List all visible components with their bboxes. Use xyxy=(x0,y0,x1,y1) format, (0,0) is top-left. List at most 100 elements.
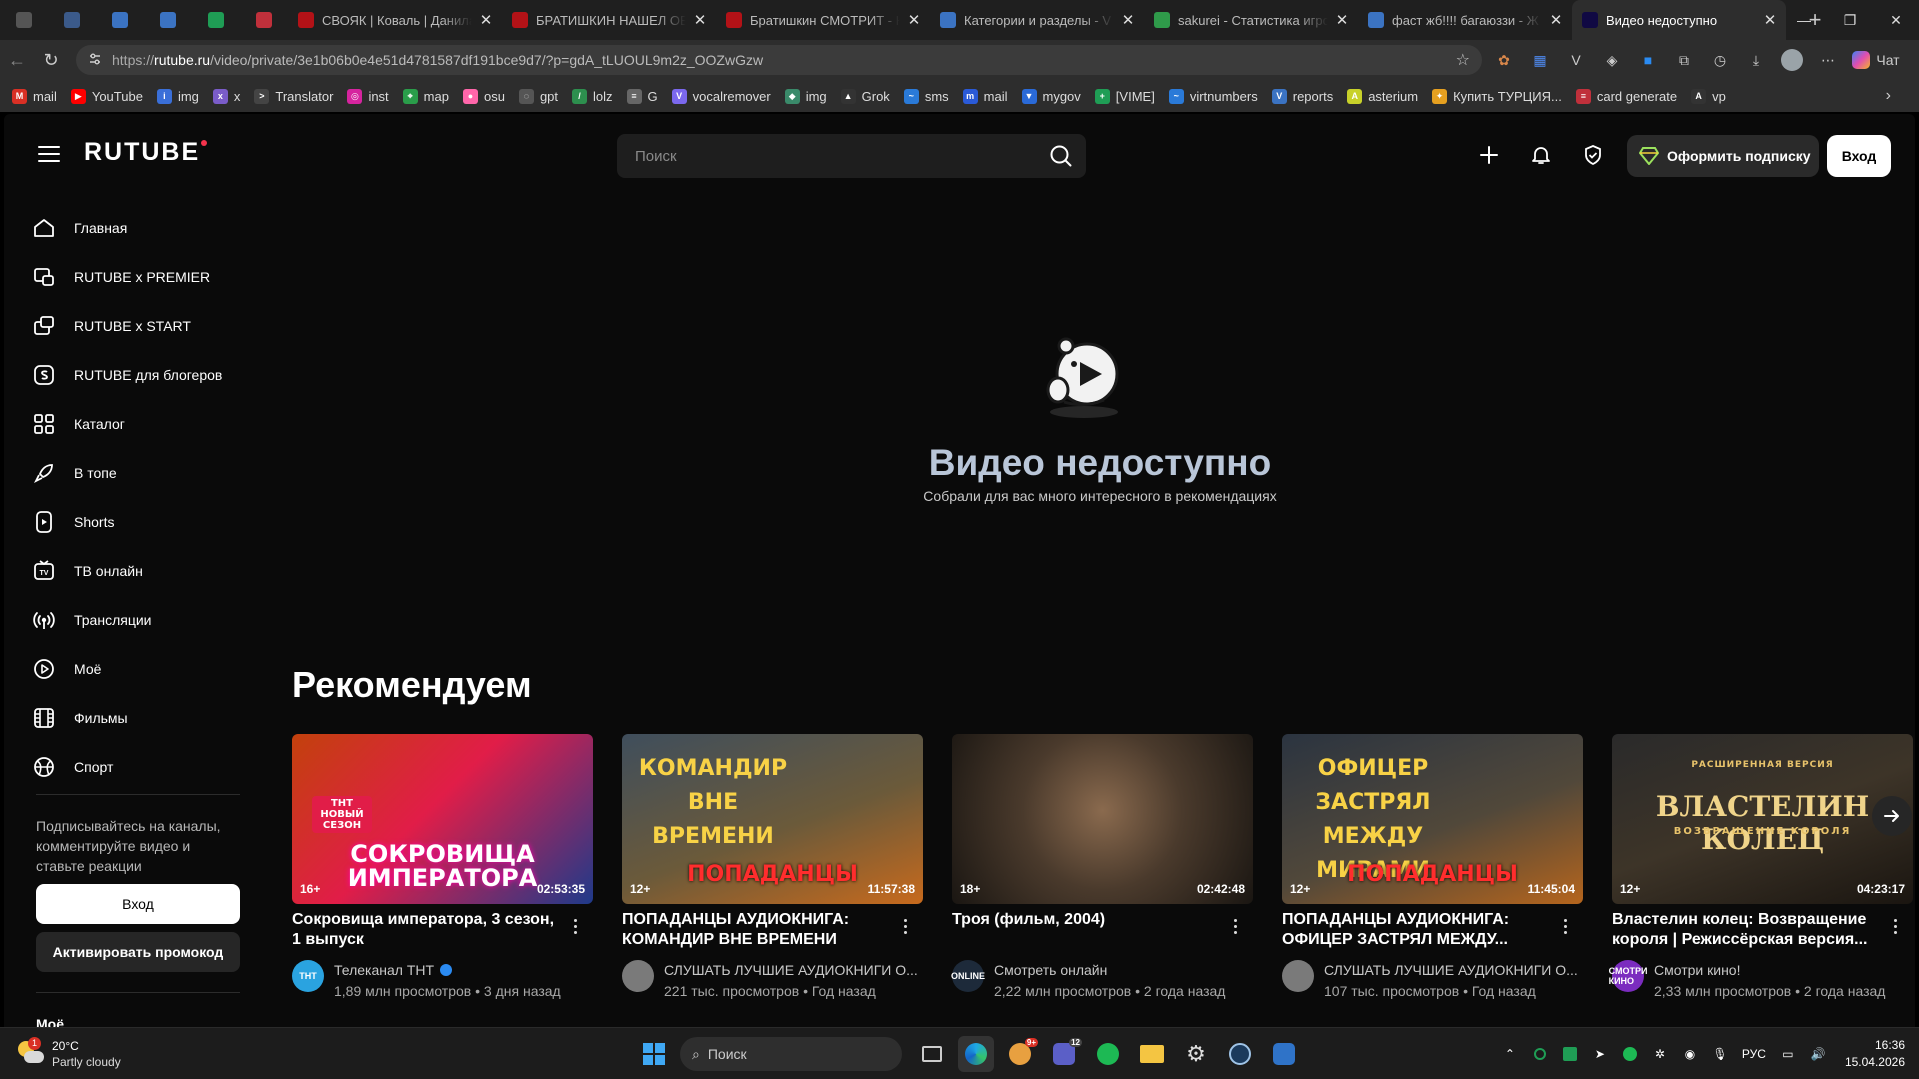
sidebar-login-button[interactable]: Вход xyxy=(36,884,240,924)
bookmark[interactable]: ▶ YouTube xyxy=(70,88,143,104)
extension-translate-icon[interactable]: ▦ xyxy=(1522,40,1558,80)
tray-volume-icon[interactable]: 🔊 xyxy=(1805,1047,1831,1061)
sidebar-item[interactable]: В топе xyxy=(32,453,242,493)
extension-v-icon[interactable]: V xyxy=(1558,40,1594,80)
history-icon[interactable]: ◷ xyxy=(1702,40,1738,80)
tab-close-icon[interactable]: ✕ xyxy=(478,11,494,29)
video-title[interactable]: ПОПАДАНЦЫ АУДИОКНИГА: ОФИЦЕР ЗАСТРЯЛ МЕЖ… xyxy=(1282,910,1552,950)
search-input[interactable]: Поиск xyxy=(617,134,1086,178)
settings-gear-icon[interactable]: ⚙ xyxy=(1178,1036,1214,1072)
bookmark[interactable]: ◌ gpt xyxy=(518,88,558,104)
activate-promocode-button[interactable]: Активировать промокод xyxy=(36,932,240,972)
file-explorer-icon[interactable] xyxy=(1134,1036,1170,1072)
extension-cookie-icon[interactable]: ✿ xyxy=(1486,40,1522,80)
tray-bug-icon[interactable]: ✲ xyxy=(1647,1047,1673,1061)
bookmark[interactable]: ⌖ map xyxy=(402,88,449,104)
bookmark[interactable]: ▲ Grok xyxy=(840,88,890,104)
task-view-icon[interactable] xyxy=(914,1036,950,1072)
sidebar-item[interactable]: Каталог xyxy=(32,404,242,444)
video-more-options-icon[interactable] xyxy=(1557,914,1573,938)
tab-close-icon[interactable]: ✕ xyxy=(1762,11,1778,29)
tab[interactable]: БРАТИШКИН НАШЕЛ ОБ ✕ xyxy=(502,0,716,40)
sidebar-item[interactable]: Трансляции xyxy=(32,600,242,640)
spotify-icon[interactable] xyxy=(1090,1036,1126,1072)
bookmark[interactable]: Mmail xyxy=(12,88,57,104)
bookmark[interactable]: ~ sms xyxy=(903,88,949,104)
reload-icon[interactable]: ↻ xyxy=(34,43,68,77)
video-card[interactable]: КОМАНДИР ВНЕ ВРЕМЕНИ ПОПАДАНЦЫ 12+ 11:57:38… xyxy=(622,734,923,1002)
video-title[interactable]: Троя (фильм, 2004) xyxy=(952,910,1222,950)
tab[interactable]: СВОЯК | Коваль | Данила ✕ xyxy=(288,0,502,40)
search-icon[interactable] xyxy=(1048,143,1074,173)
sidebar-item[interactable]: RUTUBE x PREMIER xyxy=(32,257,242,297)
profile-avatar[interactable] xyxy=(1774,40,1810,80)
rutube-logo[interactable]: RUTUBE xyxy=(84,138,208,167)
teams-icon[interactable]: 12 xyxy=(1046,1036,1082,1072)
clock[interactable]: 16:36 15.04.2026 xyxy=(1845,1037,1905,1071)
tray-spotify-icon[interactable] xyxy=(1617,1047,1643,1061)
video-card[interactable]: 18+ 02:42:48 Троя (фильм, 2004) ONLINE Смотр… xyxy=(951,734,1254,1002)
video-title[interactable]: Властелин колец: Возвращение короля | Ре… xyxy=(1612,910,1882,950)
channel-name-row[interactable]: Смотри кино! xyxy=(1654,960,1914,981)
bookmark[interactable]: i img xyxy=(156,88,199,104)
bookmark[interactable]: xx xyxy=(212,88,240,104)
tray-network-icon[interactable]: ▭ xyxy=(1775,1047,1801,1061)
notifications-bell-icon[interactable] xyxy=(1526,140,1556,170)
tab-pinned[interactable] xyxy=(192,0,240,40)
upload-plus-icon[interactable] xyxy=(1474,140,1504,170)
taskbar-search[interactable]: ⌕ Поиск xyxy=(680,1037,902,1071)
header-login-button[interactable]: Вход xyxy=(1827,135,1891,177)
restore-icon[interactable]: ❐ xyxy=(1827,0,1873,40)
tab-close-icon[interactable]: ✕ xyxy=(692,11,708,29)
tray-vime-icon[interactable] xyxy=(1557,1047,1583,1061)
tray-overflow-icon[interactable]: ⌃ xyxy=(1497,1047,1523,1061)
bookmark[interactable]: + [VIME] xyxy=(1094,88,1155,104)
video-title[interactable]: ПОПАДАНЦЫ АУДИОКНИГА: КОМАНДИР ВНЕ ВРЕМЕ… xyxy=(622,910,892,950)
favorite-star-icon[interactable]: ☆ xyxy=(1456,50,1470,70)
tray-mic-icon[interactable]: 🎙 xyxy=(1707,1047,1733,1061)
shield-check-icon[interactable] xyxy=(1578,140,1608,170)
site-info-icon[interactable] xyxy=(88,52,102,69)
tab[interactable]: sakurei - Статистика игро ✕ xyxy=(1144,0,1358,40)
tab-close-icon[interactable]: ✕ xyxy=(1120,11,1136,29)
channel-name-row[interactable]: Смотреть онлайн xyxy=(994,960,1254,981)
video-thumbnail[interactable]: 18+ 02:42:48 xyxy=(952,734,1253,904)
windows-start-icon[interactable] xyxy=(636,1036,672,1072)
copilot-button[interactable]: Чат xyxy=(1846,40,1906,80)
video-title[interactable]: Сокровища императора, 3 сезон, 1 выпуск xyxy=(292,910,562,950)
sidebar-item[interactable]: Главная xyxy=(32,208,242,248)
tab[interactable]: Категории и разделы - V ✕ xyxy=(930,0,1144,40)
video-card[interactable]: РАСШИРЕННАЯ ВЕРСИЯ ВЛАСТЕЛИН КОЛЕЦ ВОЗВРАЩ… xyxy=(1609,734,1914,1002)
sidebar-item[interactable]: Моё xyxy=(32,649,242,689)
channel-avatar[interactable] xyxy=(622,960,654,992)
channel-avatar[interactable] xyxy=(1282,960,1314,992)
tab-pinned[interactable] xyxy=(96,0,144,40)
tab-pinned[interactable] xyxy=(144,0,192,40)
sidebar-item[interactable]: Спорт xyxy=(32,747,242,787)
video-more-options-icon[interactable] xyxy=(567,914,583,938)
bookmark[interactable]: > Translator xyxy=(254,88,333,104)
minimize-icon[interactable]: — xyxy=(1781,0,1827,40)
video-thumbnail[interactable]: КОМАНДИР ВНЕ ВРЕМЕНИ ПОПАДАНЦЫ 12+ 11:57:38 xyxy=(622,734,923,904)
address-bar[interactable]: https://rutube.ru/video/private/3e1b06b0… xyxy=(76,45,1482,75)
sidebar-item[interactable]: Shorts xyxy=(32,502,242,542)
video-thumbnail[interactable]: ТНТ НОВЫЙ СЕЗОН СОКРОВИЩА ИМПЕРАТОРА 16+ 02… xyxy=(292,734,593,904)
steam-icon[interactable] xyxy=(1222,1036,1258,1072)
video-more-options-icon[interactable] xyxy=(1227,914,1243,938)
video-more-options-icon[interactable] xyxy=(1887,914,1903,938)
extension-shield-icon[interactable]: ◈ xyxy=(1594,40,1630,80)
channel-name-row[interactable]: СЛУШАТЬ ЛУЧШИЕ АУДИОКНИГИ О... xyxy=(1324,960,1584,981)
bookmark[interactable]: m mail xyxy=(962,88,1008,104)
sidebar-item[interactable]: Фильмы xyxy=(32,698,242,738)
sidebar-item[interactable]: TV ТВ онлайн xyxy=(32,551,242,591)
hamburger-menu-icon[interactable] xyxy=(38,146,60,162)
video-thumbnail[interactable]: РАСШИРЕННАЯ ВЕРСИЯ ВЛАСТЕЛИН КОЛЕЦ ВОЗВРАЩ… xyxy=(1612,734,1913,904)
tab-close-icon[interactable]: ✕ xyxy=(1548,11,1564,29)
bookmark[interactable]: / lolz xyxy=(572,88,613,104)
bookmark[interactable]: Vreports xyxy=(1271,88,1333,104)
bookmark[interactable]: ≡ card generate xyxy=(1575,88,1677,104)
bookmark[interactable]: Aasterium xyxy=(1347,88,1418,104)
sidebar-item[interactable]: RUTUBE x START xyxy=(32,306,242,346)
extension-blue-icon[interactable]: ■ xyxy=(1630,40,1666,80)
video-card[interactable]: ОФИЦЕР ЗАСТРЯЛ МЕЖДУ МИРАМИ ПОПАДАНЦЫ 12+ 1… xyxy=(1282,734,1583,1002)
